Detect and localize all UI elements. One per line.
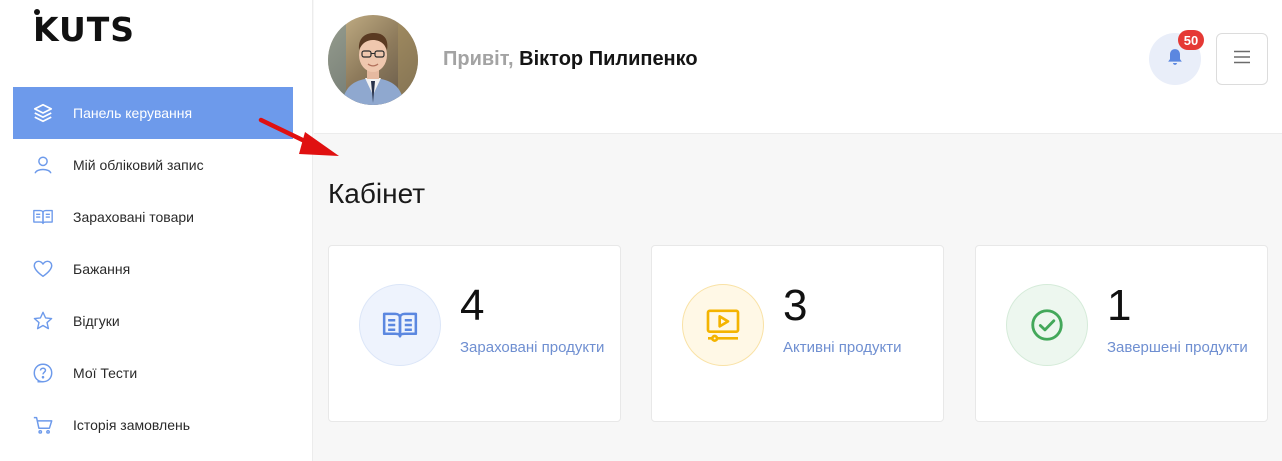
stat-card-enrolled[interactable]: 4 Зараховані продукти (328, 245, 621, 422)
video-play-icon (682, 284, 764, 366)
layers-icon (31, 101, 55, 125)
sidebar-item-dashboard[interactable]: Панель керування (13, 87, 293, 139)
logo-text: KUTS (33, 10, 136, 49)
sidebar-item-label: Історія замовлень (73, 417, 191, 433)
sidebar-item-label: Відгуки (73, 313, 120, 329)
book-open-icon (359, 284, 441, 366)
stat-card-active[interactable]: 3 Активні продукти (651, 245, 944, 422)
menu-button[interactable] (1216, 33, 1268, 85)
notification-count-badge: 50 (1178, 30, 1204, 50)
greeting: Привіт, Віктор Пилипенко (443, 48, 698, 71)
bell-icon (1165, 47, 1185, 72)
star-icon (31, 309, 55, 333)
top-header: Привіт, Віктор Пилипенко 50 (314, 0, 1282, 134)
greeting-prefix: Привіт, (443, 48, 514, 70)
hamburger-icon (1233, 50, 1251, 69)
sidebar-item-label: Зараховані товари (73, 209, 194, 225)
sidebar-item-orders[interactable]: Історія замовлень (13, 399, 293, 451)
heart-icon (31, 257, 55, 281)
sidebar-item-enrolled[interactable]: Зараховані товари (13, 191, 293, 243)
check-circle-icon (1006, 284, 1088, 366)
sidebar-item-reviews[interactable]: Відгуки (13, 295, 293, 347)
cart-icon (31, 413, 55, 437)
stat-value: 1 (1107, 281, 1132, 330)
sidebar-item-label: Бажання (73, 261, 131, 277)
stat-value: 4 (460, 281, 485, 330)
user-name: Віктор Пилипенко (519, 48, 698, 70)
book-open-icon (31, 205, 55, 229)
stat-value: 3 (783, 281, 808, 330)
sidebar-item-wishlist[interactable]: Бажання (13, 243, 293, 295)
avatar[interactable] (328, 15, 418, 105)
red-arrow-annotation (258, 117, 339, 156)
stat-card-completed[interactable]: 1 Завершені продукти (975, 245, 1268, 422)
sidebar-nav: Панель керування Мій обліковий запис Зар… (13, 87, 293, 451)
sidebar-item-label: Панель керування (73, 105, 193, 121)
sidebar-item-account[interactable]: Мій обліковий запис (13, 139, 293, 191)
stat-label: Зараховані продукти (460, 339, 605, 356)
sidebar-item-tests[interactable]: Мої Тести (13, 347, 293, 399)
stat-label: Завершені продукти (1107, 339, 1248, 356)
sidebar: KUTS Панель керування Мій обліковий запи… (0, 0, 313, 461)
user-icon (31, 153, 55, 177)
question-circle-icon (31, 361, 55, 385)
stat-label: Активні продукти (783, 339, 902, 356)
logo-dot (34, 9, 40, 15)
page-title: Кабінет (328, 178, 426, 209)
sidebar-item-label: Мої Тести (73, 365, 138, 381)
kuts-logo[interactable]: KUTS (33, 9, 136, 49)
sidebar-item-label: Мій обліковий запис (73, 157, 204, 173)
